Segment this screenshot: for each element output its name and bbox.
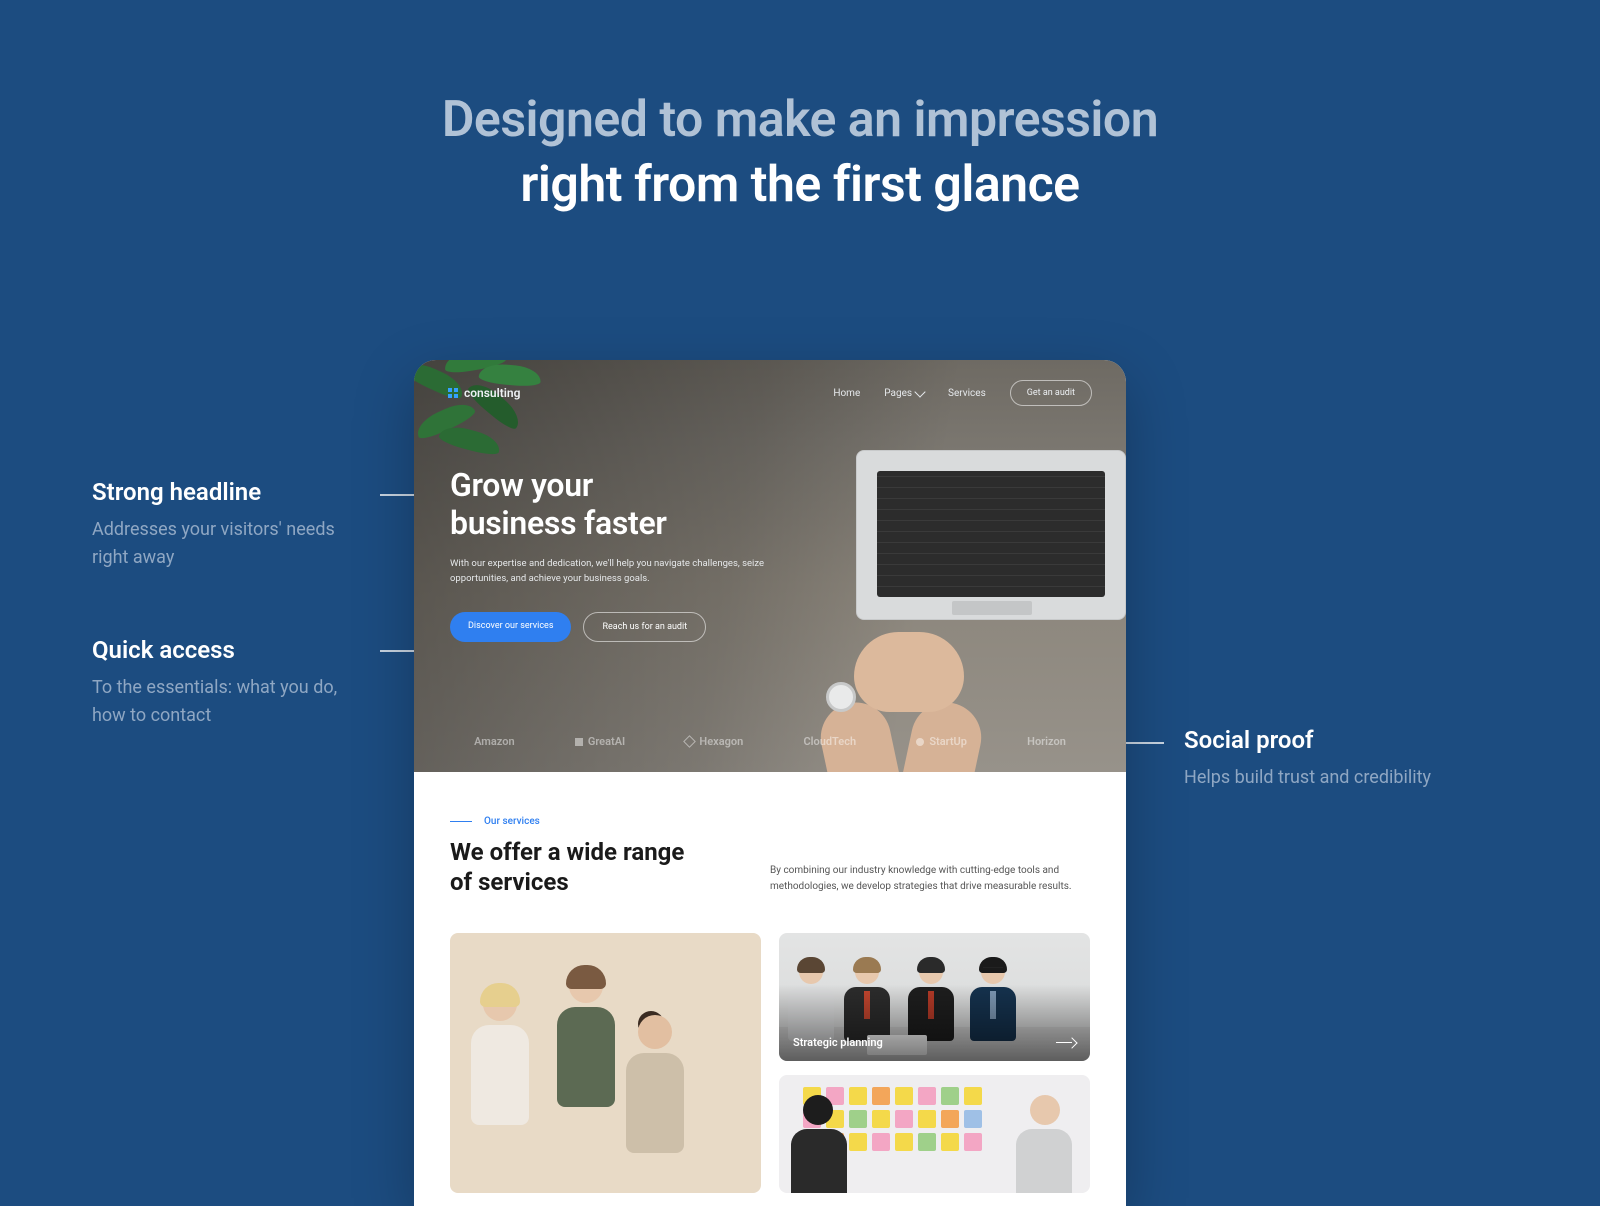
- site-nav: consulting Home Pages Services Get an au…: [414, 360, 1126, 406]
- promo-heading-line1: Designed to make an impression: [0, 88, 1600, 153]
- nav-home[interactable]: Home: [833, 388, 860, 399]
- chevron-down-icon: [914, 386, 925, 397]
- hero-title-line2: business faster: [450, 504, 798, 542]
- client-logo: GreatAI: [575, 735, 625, 748]
- callout-desc: To the essentials: what you do, how to c…: [92, 674, 372, 730]
- hero-title: Grow your business faster: [450, 466, 798, 543]
- card-illustration: [450, 933, 761, 1193]
- services-header: We offer a wide range of services By com…: [450, 837, 1090, 897]
- square-icon: [575, 738, 583, 746]
- hero-ctas: Discover our services Reach us for an au…: [450, 612, 798, 642]
- reach-audit-button[interactable]: Reach us for an audit: [583, 612, 706, 642]
- client-logo: Amazon: [474, 735, 515, 748]
- client-logo: Hexagon: [685, 735, 743, 748]
- promo-heading-line2: right from the first glance: [0, 153, 1600, 218]
- client-logos-row: Amazon GreatAI Hexagon CloudTech StartUp…: [414, 735, 1126, 748]
- brand-name: consulting: [464, 386, 520, 400]
- callout-desc: Helps build trust and credibility: [1184, 764, 1464, 792]
- nav-links: Home Pages Services Get an audit: [833, 380, 1092, 406]
- website-mockup: consulting Home Pages Services Get an au…: [414, 360, 1126, 1206]
- card-illustration: [779, 1075, 1090, 1193]
- brand[interactable]: consulting: [448, 386, 520, 400]
- nav-services[interactable]: Services: [948, 388, 986, 399]
- hands-illustration: [796, 622, 1016, 772]
- service-card[interactable]: [779, 1075, 1090, 1193]
- hero-subtitle: With our expertise and dedication, we'll…: [450, 557, 770, 586]
- nav-pages-label: Pages: [884, 388, 912, 399]
- card-overlay: Strategic planning: [793, 1036, 1076, 1049]
- dot-icon: [916, 738, 924, 746]
- service-cards: Strategic planning: [450, 933, 1090, 1193]
- section-eyebrow: Our services: [450, 816, 1090, 827]
- hexagon-icon: [684, 735, 697, 748]
- callout-title: Strong headline: [92, 478, 372, 506]
- callout-title: Quick access: [92, 636, 372, 664]
- services-desc: By combining our industry knowledge with…: [770, 863, 1090, 895]
- client-logo: StartUp: [916, 735, 967, 748]
- hero-section: consulting Home Pages Services Get an au…: [414, 360, 1126, 772]
- card-title: Strategic planning: [793, 1036, 883, 1049]
- service-card[interactable]: [450, 933, 761, 1193]
- callout-desc: Addresses your visitors' needs right awa…: [92, 516, 372, 572]
- arrow-right-icon: [1056, 1039, 1076, 1047]
- eyebrow-label: Our services: [484, 816, 540, 827]
- eyebrow-line: [450, 821, 472, 822]
- callout-title: Social proof: [1184, 726, 1464, 754]
- discover-services-button[interactable]: Discover our services: [450, 612, 571, 642]
- hero-copy: Grow your business faster With our exper…: [414, 406, 834, 642]
- logo-icon: [448, 388, 458, 398]
- nav-pages[interactable]: Pages: [884, 388, 924, 399]
- get-audit-button[interactable]: Get an audit: [1010, 380, 1092, 406]
- client-logo: Horizon: [1027, 735, 1066, 748]
- services-section: Our services We offer a wide range of se…: [414, 772, 1126, 1193]
- laptop-illustration: [856, 450, 1126, 640]
- cards-col-right: Strategic planning: [779, 933, 1090, 1193]
- hero-title-line1: Grow your: [450, 466, 798, 504]
- service-card-strategic-planning[interactable]: Strategic planning: [779, 933, 1090, 1061]
- cards-col-left: [450, 933, 761, 1193]
- promo-heading: Designed to make an impression right fro…: [0, 0, 1600, 218]
- services-title: We offer a wide range of services: [450, 837, 710, 897]
- callout-quick-access: Quick access To the essentials: what you…: [92, 636, 372, 730]
- client-logo: CloudTech: [803, 735, 856, 748]
- callout-strong-headline: Strong headline Addresses your visitors'…: [92, 478, 372, 572]
- callout-social-proof: Social proof Helps build trust and credi…: [1184, 726, 1464, 792]
